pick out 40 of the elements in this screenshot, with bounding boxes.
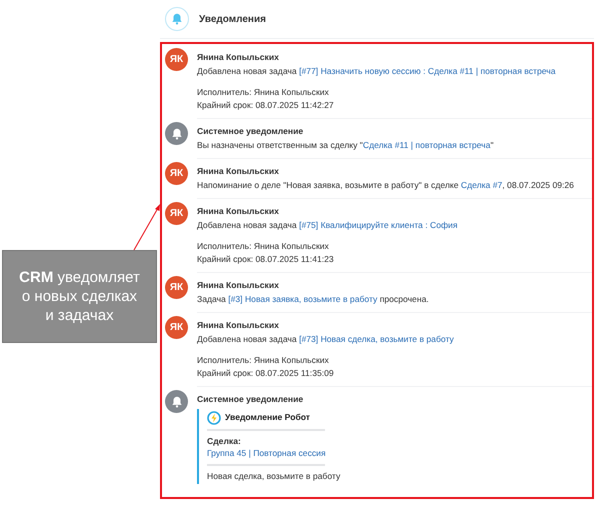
message-link[interactable]: Сделка #7 — [460, 180, 502, 190]
callout-note: CRM уведомляет о новых сделках и задачах — [2, 250, 157, 343]
page-title: Уведомления — [199, 14, 266, 24]
author-name: Янина Копыльских — [197, 279, 280, 292]
notification-message: Добавлена новая задача [#77] Назначить новую сессию : Сделка #11 | повторная встреча — [197, 64, 556, 77]
card-note: Новая сделка, возьмите в работу — [207, 470, 340, 482]
bell-icon — [170, 394, 184, 408]
detail-line: Исполнитель: Янина Копыльских — [197, 354, 330, 366]
user-avatar: ЯК — [165, 48, 188, 71]
notification-message: Задача [#3] Новая заявка, возьмите в работу просрочена. — [197, 292, 430, 305]
detail-line: Исполнитель: Янина Копыльских — [197, 86, 330, 98]
author-name: Системное уведомление — [197, 393, 304, 406]
message-link[interactable]: Сделка #11 | повторная встреча — [362, 140, 490, 150]
message-link[interactable]: [#77] Назначить новую сессию : Сделка #11 | повторная встреча — [299, 66, 556, 76]
author-name: Системное уведомление — [197, 125, 304, 138]
user-avatar: ЯК — [165, 162, 188, 185]
author-name: Янина Копыльских — [197, 165, 280, 178]
detail-line: Крайний срок: 08.07.2025 11:41:23 — [197, 252, 335, 265]
detail-line: Крайний срок: 08.07.2025 11:35:09 — [197, 366, 335, 379]
message-link[interactable]: [#3] Новая заявка, возьмите в работу — [228, 294, 378, 304]
bell-icon — [170, 126, 184, 140]
user-avatar: ЯК — [165, 276, 188, 299]
notification-message: Вы назначены ответственным за сделку "Сделка #11 | повторная встреча" — [197, 138, 494, 151]
detail-line: Исполнитель: Янина Копыльских — [197, 240, 330, 252]
deal-link[interactable]: Группа 45 | Повторная сессия — [207, 447, 326, 460]
card-title: Уведомление Робот — [225, 411, 310, 424]
notification-message: Добавлена новая задача [#75] Квалифицируйте клиента : София — [197, 218, 459, 231]
author-name: Янина Копыльских — [197, 205, 280, 218]
notification-message: Напоминание о деле "Новая заявка, возьмите в работу" в сделке Сделка #7, 08.07.2025 09:26 — [197, 178, 575, 191]
message-link[interactable]: [#73] Новая сделка, возьмите в работу — [299, 334, 454, 344]
detail-line: Крайний срок: 08.07.2025 11:42:27 — [197, 98, 335, 111]
field-label: Сделка: — [207, 434, 242, 447]
message-link[interactable]: [#75] Квалифицируйте клиента : София — [299, 220, 458, 230]
bell-glyph-icon — [170, 12, 184, 26]
user-avatar: ЯК — [165, 202, 188, 225]
lightning-badge-icon — [207, 410, 221, 424]
notification-message: Добавлена новая задача [#73] Новая сделка, возьмите в работу — [197, 332, 455, 345]
author-name: Янина Копыльских — [197, 319, 280, 332]
author-name: Янина Копыльских — [197, 51, 280, 64]
user-avatar: ЯК — [165, 316, 188, 339]
